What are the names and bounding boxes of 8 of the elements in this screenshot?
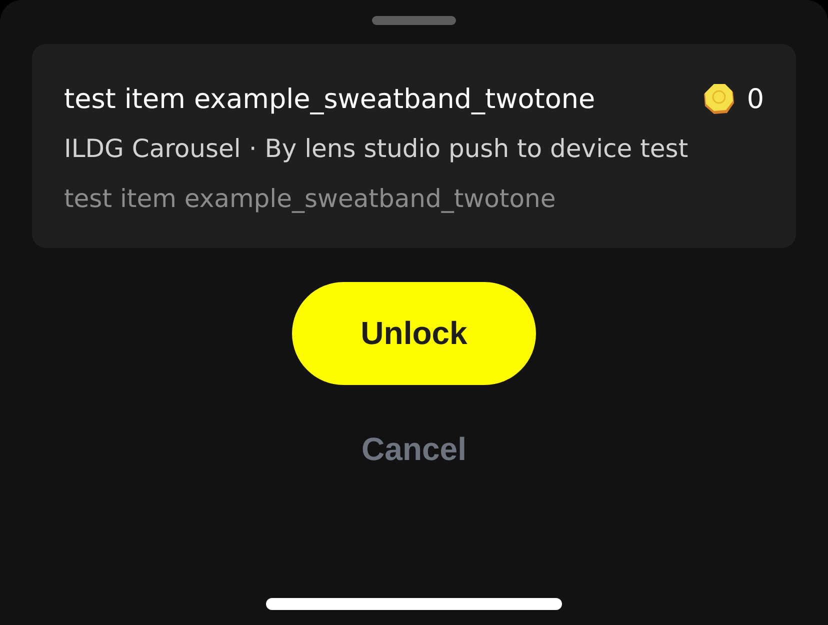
unlock-button[interactable]: Unlock xyxy=(292,282,536,385)
item-subtitle: ILDG Carousel · By lens studio push to device test xyxy=(64,133,690,165)
grab-handle[interactable] xyxy=(372,16,456,25)
item-description: test item example_sweatband_twotone xyxy=(64,183,557,215)
coin-icon xyxy=(702,83,735,115)
item-title: test item example_sweatband_twotone xyxy=(64,84,596,114)
cancel-button[interactable]: Cancel xyxy=(352,425,476,473)
price-value: 0 xyxy=(746,84,764,114)
